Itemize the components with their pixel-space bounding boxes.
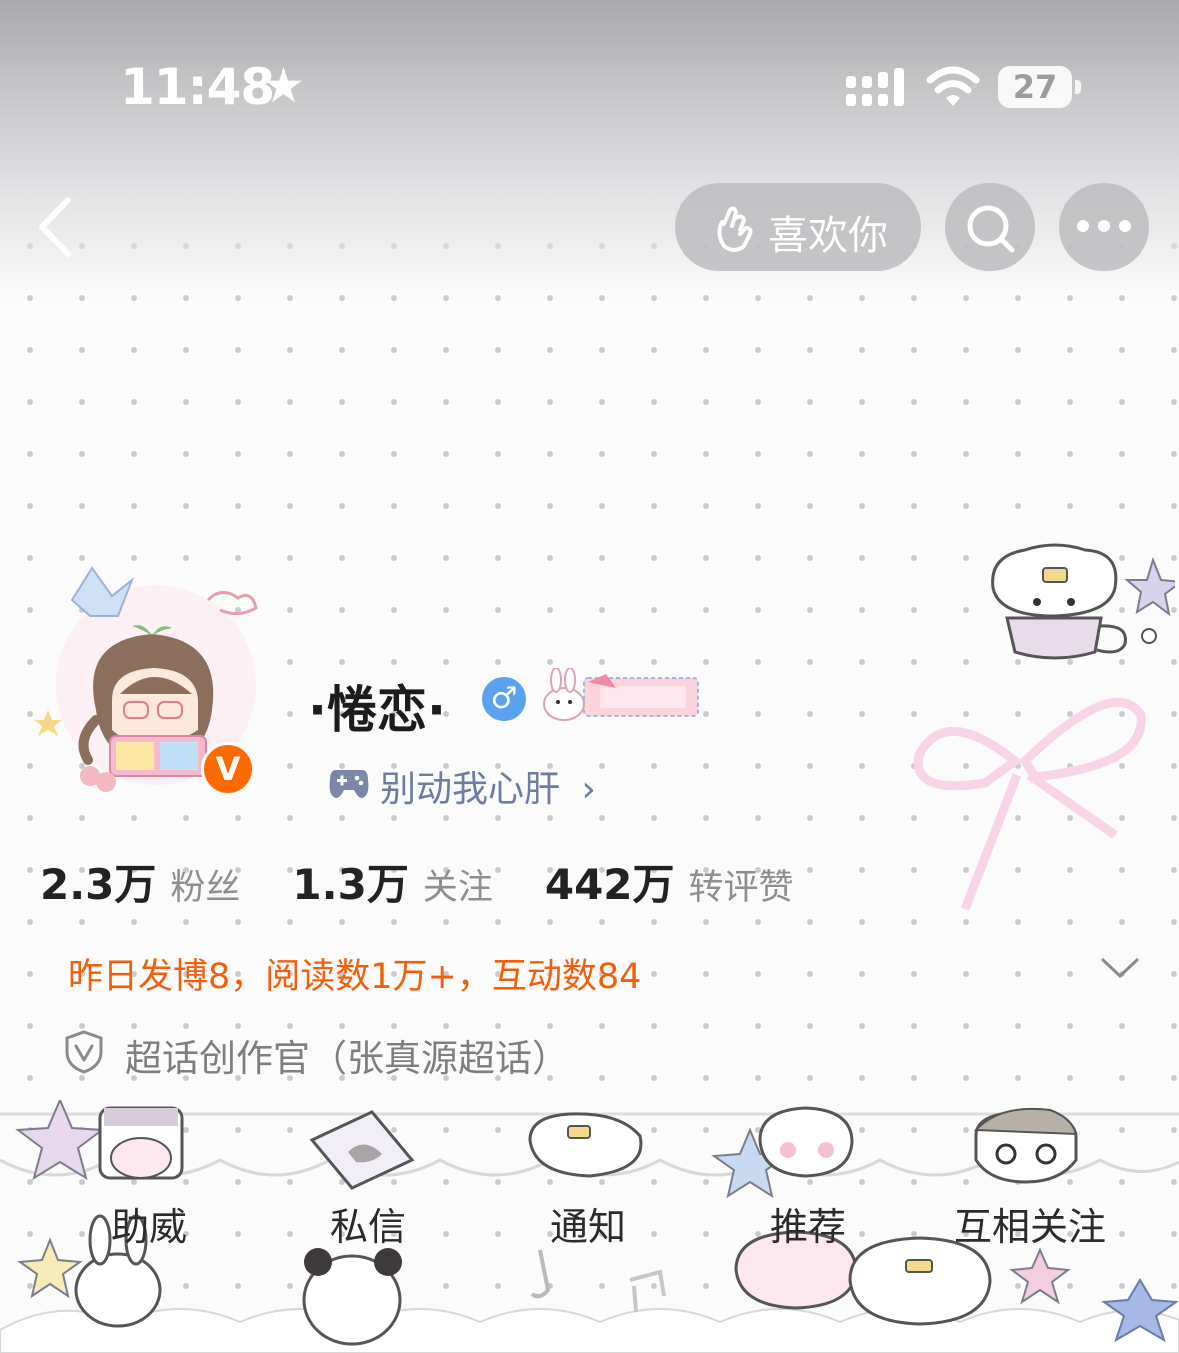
stat-number: 2.3万 bbox=[40, 860, 157, 909]
stat-label: 转评赞 bbox=[688, 868, 794, 908]
star-icon: ★ bbox=[262, 58, 306, 114]
back-arrow-icon[interactable] bbox=[34, 196, 74, 258]
bunny-badge-icon[interactable] bbox=[540, 668, 702, 724]
game-tag-link[interactable]: 别动我心肝 › bbox=[380, 760, 596, 812]
chevron-right-icon: › bbox=[581, 769, 596, 810]
menu-item-cheer[interactable]: 助威 bbox=[49, 1196, 249, 1251]
battery-indicator: 27 bbox=[998, 66, 1072, 108]
stat-following[interactable]: 1.3万 关注 bbox=[292, 851, 492, 912]
shield-icon bbox=[65, 1030, 103, 1074]
stat-label: 关注 bbox=[422, 868, 493, 908]
status-time: 11:48 bbox=[120, 58, 275, 116]
super-topic-title[interactable]: 超话创作官（张真源超话） bbox=[125, 1028, 569, 1082]
stat-number: 1.3万 bbox=[292, 860, 409, 909]
ribbon-bow-icon bbox=[913, 697, 1146, 911]
menu-item-recommend[interactable]: 推荐 bbox=[708, 1196, 908, 1251]
cup-sticker-icon bbox=[991, 543, 1175, 660]
profile-name: ·惓恋· bbox=[308, 681, 446, 739]
menu-item-mutual-follow[interactable]: 互相关注 bbox=[930, 1196, 1130, 1251]
gamepad-icon bbox=[329, 770, 369, 798]
more-dots-icon bbox=[1077, 220, 1131, 232]
battery-cap bbox=[1075, 80, 1081, 94]
stat-number: 442万 bbox=[544, 860, 675, 909]
stat-followers[interactable]: 2.3万 粉丝 bbox=[40, 851, 240, 912]
verified-badge-text: V bbox=[215, 750, 241, 788]
chevron-down-icon[interactable] bbox=[1100, 956, 1140, 980]
game-tag-text: 别动我心肝 bbox=[380, 769, 561, 810]
like-you-label: 喜欢你 bbox=[768, 213, 888, 259]
wifi-icon bbox=[926, 66, 980, 106]
menu-item-messages[interactable]: 私信 bbox=[268, 1196, 468, 1251]
daily-summary[interactable]: 昨日发博8，阅读数1万+，互动数84 bbox=[68, 948, 641, 999]
menu-item-notifications[interactable]: 通知 bbox=[488, 1196, 688, 1251]
stat-reposts-comments-likes[interactable]: 442万 转评赞 bbox=[545, 851, 794, 912]
search-icon bbox=[967, 205, 1015, 253]
stats-row: 2.3万 粉丝 1.3万 关注 442万 转评赞 bbox=[40, 851, 846, 912]
cellular-signal-icon bbox=[846, 68, 904, 106]
male-gender-icon: ♂ bbox=[482, 677, 526, 721]
stat-label: 粉丝 bbox=[170, 868, 241, 908]
finger-heart-icon bbox=[717, 206, 753, 252]
